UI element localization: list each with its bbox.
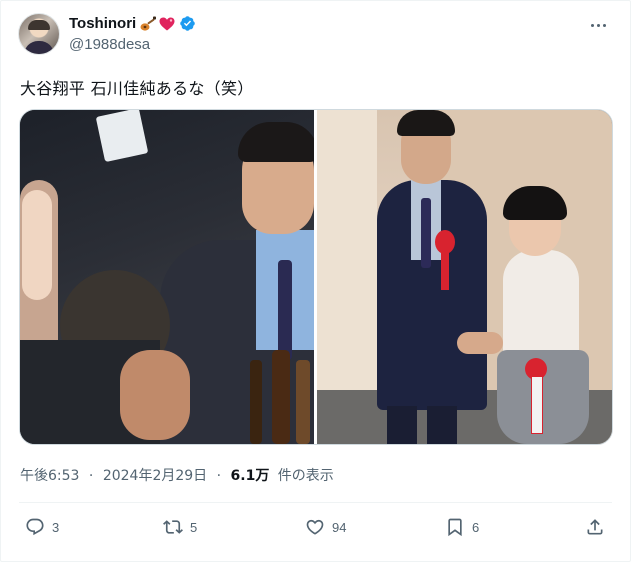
avatar-hat <box>28 20 50 30</box>
display-name[interactable]: Toshinori <box>69 15 136 32</box>
share-icon <box>587 519 603 535</box>
dot <box>590 23 594 27</box>
photo-left[interactable] <box>20 110 314 444</box>
dot <box>602 23 606 27</box>
dot <box>596 23 600 27</box>
photo-right[interactable] <box>317 110 612 444</box>
avatar-shoulder <box>24 41 54 54</box>
views-label: 件の表示 <box>277 468 334 484</box>
author-handle[interactable]: @1988desa <box>69 36 150 53</box>
action-bar: 3 5 94 6 <box>19 513 611 541</box>
reply-button[interactable]: 3 <box>25 513 59 541</box>
bookmark-icon <box>448 518 462 537</box>
tweet-time[interactable]: 午後6:53 <box>20 468 79 484</box>
avatar[interactable] <box>18 13 60 55</box>
tweet-date[interactable]: 2024年2月29日 <box>103 468 207 484</box>
divider <box>19 502 612 503</box>
tweet-text: 大谷翔平 石川佳純あるな（笑） <box>20 79 254 98</box>
tweet-media[interactable] <box>19 109 613 445</box>
views-count: 6.1万 <box>230 468 270 484</box>
retweet-icon <box>163 520 183 534</box>
like-count: 94 <box>332 519 347 535</box>
retweet-button[interactable]: 5 <box>163 513 197 541</box>
tweet-meta: 午後6:53 · 2024年2月29日 · 6.1万 件の表示 <box>20 465 334 485</box>
more-options-button[interactable] <box>588 17 608 33</box>
retweet-count: 5 <box>190 519 198 535</box>
meta-separator: · <box>216 468 222 484</box>
meta-separator: · <box>88 468 94 484</box>
reply-count: 3 <box>52 519 60 535</box>
reply-icon <box>26 518 44 536</box>
verified-badge-icon <box>179 15 196 32</box>
guitar-emoji-icon <box>139 16 157 32</box>
heart-icon <box>306 519 324 535</box>
heart-emoji-icon <box>159 17 175 31</box>
share-button[interactable] <box>585 513 605 541</box>
like-button[interactable]: 94 <box>305 513 346 541</box>
bookmark-button[interactable]: 6 <box>445 513 479 541</box>
tweet-card: Toshinori @1988desa 大谷翔平 石川佳純あるな（笑） 午後6:… <box>0 0 631 562</box>
bookmark-count: 6 <box>472 519 480 535</box>
author-name-row: Toshinori <box>69 15 196 32</box>
